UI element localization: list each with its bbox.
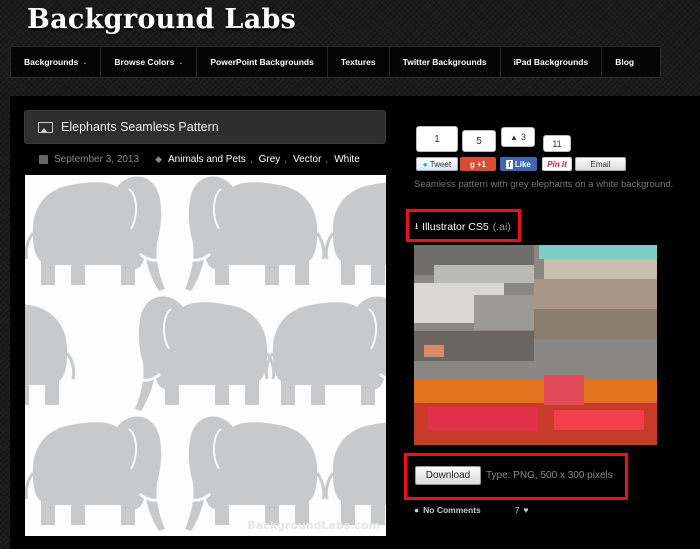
fblike-label: Like <box>514 159 531 169</box>
separator: , <box>249 154 253 165</box>
pixelated-ad-graphic <box>414 245 657 445</box>
illustrator-download-link[interactable]: ⭳ Illustrator CS5 (.ai) <box>415 219 511 235</box>
nav-label: Browse Colors <box>114 57 175 67</box>
nav-item-twitter-backgrounds[interactable]: Twitter Backgrounds <box>390 47 501 77</box>
main-nav: Backgrounds ⌄ Browse Colors ⌄ PowerPoint B… <box>10 46 661 78</box>
post-meta: September 3, 2013 ◆ Animals and Pets, Gr… <box>39 154 360 165</box>
nav-item-blog[interactable]: Blog <box>602 47 647 77</box>
nav-item-ipad-backgrounds[interactable]: iPad Backgrounds <box>501 47 603 77</box>
nav-item-backgrounds[interactable]: Backgrounds ⌄ <box>11 47 102 77</box>
gplus-button[interactable]: g +1 <box>460 157 496 171</box>
nav-item-browse-colors[interactable]: Browse Colors ⌄ <box>101 47 198 77</box>
category-link[interactable]: Vector <box>293 154 321 165</box>
illustrator-ext: (.ai) <box>492 221 511 233</box>
download-icon: ⭳ <box>415 221 419 231</box>
gplus-counter: 5 <box>462 130 496 152</box>
pinit-counter: 11 <box>543 135 571 152</box>
tweet-label: Tweet <box>429 159 452 169</box>
download-button[interactable]: Download <box>415 466 481 485</box>
nav-item-powerpoint-backgrounds[interactable]: PowerPoint Backgrounds <box>197 47 328 77</box>
caret-down-icon: ⌄ <box>82 59 88 66</box>
tweet-counter: 1 <box>416 126 458 152</box>
post-title-box: Elephants Seamless Pattern <box>24 110 386 144</box>
separator: , <box>325 154 329 165</box>
illustrator-label: Illustrator CS5 <box>422 221 489 233</box>
heart-icon[interactable]: ♥ <box>524 505 529 515</box>
category-link[interactable]: Grey <box>259 154 281 165</box>
fblike-counter: ▲ 3 <box>501 127 535 147</box>
gplus-label: +1 <box>476 159 486 169</box>
site-title[interactable]: Background Labs <box>27 4 296 35</box>
tweet-button[interactable]: ● Tweet <box>416 157 458 171</box>
facebook-like-button[interactable]: f Like <box>500 157 537 171</box>
likes-count: 7 <box>514 505 520 515</box>
facebook-icon: f <box>506 159 513 169</box>
category-link[interactable]: White <box>334 154 360 165</box>
separator: , <box>284 154 288 165</box>
post-date: September 3, 2013 <box>54 154 140 165</box>
elephant-pattern <box>25 175 386 533</box>
watermark: BackgroundLabs.com <box>247 519 380 532</box>
comments-link[interactable]: No Comments <box>423 505 481 515</box>
google-plus-icon: g <box>469 159 475 169</box>
email-button[interactable]: Email <box>575 157 626 171</box>
caret-down-icon: ⌄ <box>178 59 184 66</box>
picture-icon <box>38 121 53 133</box>
post-footer-meta: ● No Comments 7 ♥ <box>414 505 529 515</box>
nav-item-textures[interactable]: Textures <box>328 47 390 77</box>
pattern-preview-image[interactable]: BackgroundLabs.com <box>25 175 386 536</box>
category-link[interactable]: Animals and Pets <box>168 154 246 165</box>
calendar-icon <box>39 155 48 164</box>
nav-label: Backgrounds <box>24 57 79 67</box>
post-title: Elephants Seamless Pattern <box>61 120 219 134</box>
pinit-button[interactable]: Pin it <box>542 157 572 171</box>
comment-icon: ● <box>414 505 420 515</box>
twitter-bird-icon: ● <box>422 159 428 169</box>
ad-image[interactable] <box>414 245 657 445</box>
fblike-count: 3 <box>520 132 526 142</box>
thumbs-up-icon: ▲ <box>510 132 518 142</box>
download-type-info: Type: PNG, 500 x 300 pixels <box>486 470 613 481</box>
post-description: Seamless pattern with grey elephants on … <box>414 179 674 190</box>
tag-icon: ◆ <box>155 154 162 164</box>
